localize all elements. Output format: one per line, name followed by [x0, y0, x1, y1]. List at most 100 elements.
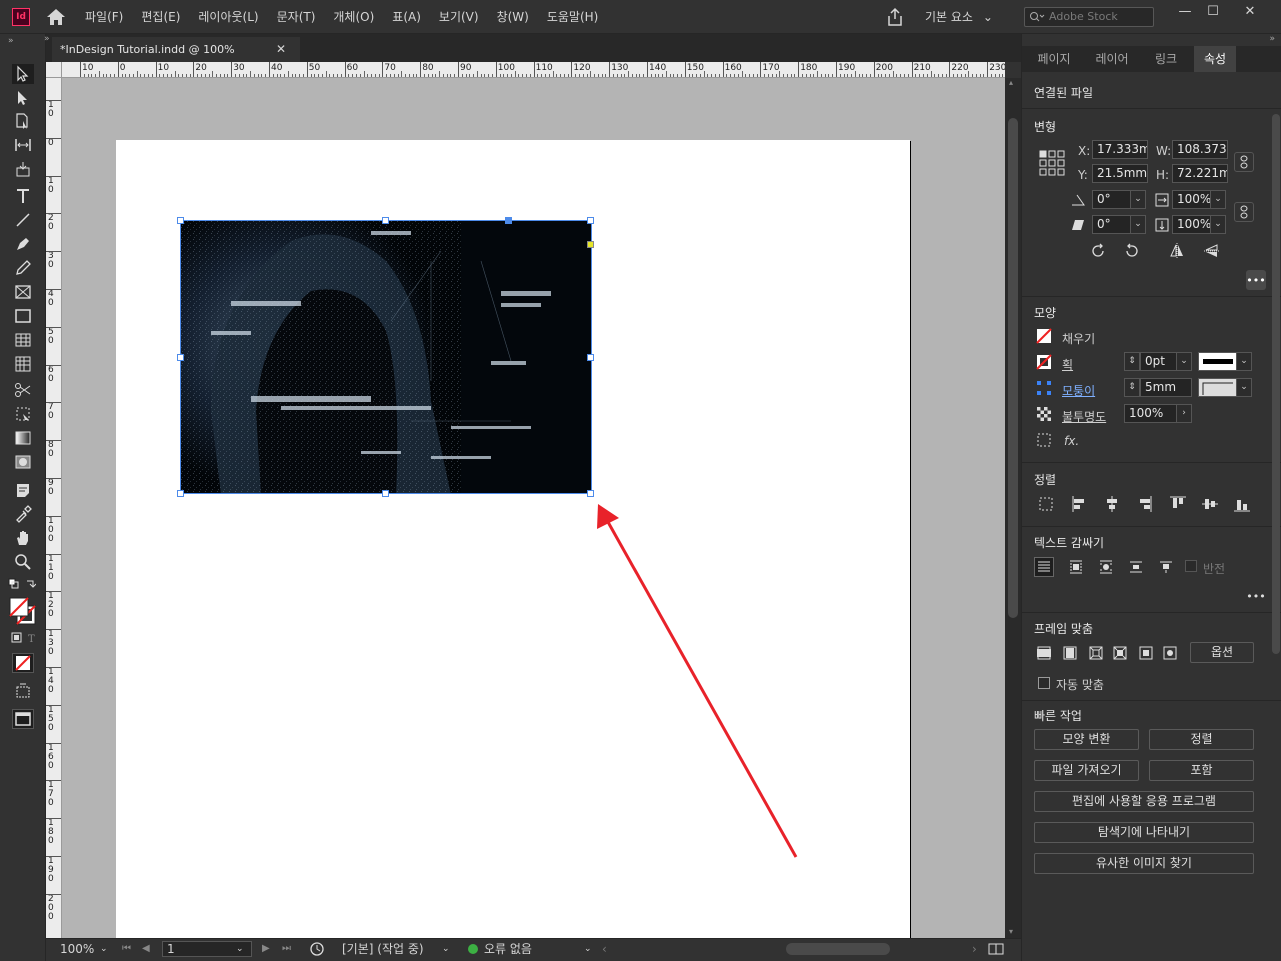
- jump-object-icon[interactable]: [1126, 557, 1146, 577]
- stroke-weight-stepper-icon[interactable]: ⇕: [1124, 352, 1140, 371]
- x-field[interactable]: 17.333mm: [1092, 140, 1148, 159]
- more-transform-options-icon[interactable]: •••: [1246, 270, 1266, 290]
- align-horizontal-centers-icon[interactable]: [1102, 494, 1122, 514]
- vertical-scrollbar[interactable]: ▴ ▾: [1005, 78, 1021, 938]
- center-content-icon[interactable]: [1136, 643, 1156, 663]
- scroll-up-icon[interactable]: ▴: [1009, 78, 1013, 87]
- rotate-counterclockwise-icon[interactable]: [1122, 241, 1142, 261]
- panel-scroll-thumb[interactable]: [1272, 114, 1280, 654]
- w-label: W:: [1156, 144, 1172, 158]
- import-file-button[interactable]: 파일 가져오기: [1034, 760, 1139, 781]
- tab-pages[interactable]: 페이지: [1030, 46, 1078, 72]
- height-field[interactable]: 72.221mm: [1172, 164, 1228, 183]
- wrap-around-bounding-box-icon[interactable]: [1066, 557, 1086, 577]
- more-text-wrap-options-icon[interactable]: •••: [1246, 586, 1266, 606]
- align-button[interactable]: 정렬: [1149, 729, 1254, 750]
- reveal-in-explorer-button[interactable]: 탐색기에 나타내기: [1034, 822, 1254, 843]
- scale-x-field[interactable]: 100%: [1172, 190, 1212, 209]
- rotate-clockwise-icon[interactable]: [1088, 241, 1108, 261]
- align-vertical-centers-icon[interactable]: [1200, 494, 1220, 514]
- tab-properties[interactable]: 속성: [1194, 46, 1236, 72]
- shear-angle-icon: [1068, 215, 1088, 235]
- corner-size-stepper-icon[interactable]: ⇕: [1124, 378, 1140, 397]
- fit-frame-to-content-icon[interactable]: [1086, 643, 1106, 663]
- align-right-edges-icon[interactable]: [1134, 494, 1154, 514]
- stroke-swatch-icon[interactable]: [1034, 352, 1054, 372]
- wrap-around-object-shape-icon[interactable]: [1096, 557, 1116, 577]
- corner-label[interactable]: 모퉁이: [1062, 382, 1095, 399]
- scroll-right-icon[interactable]: ›: [972, 939, 977, 959]
- zoom-level[interactable]: 100%: [60, 939, 94, 959]
- preflight-profile[interactable]: [기본] (작업 중): [342, 939, 424, 959]
- rotation-field[interactable]: 0°: [1092, 190, 1132, 209]
- page-number-value: 1: [167, 942, 175, 956]
- opacity-label[interactable]: 불투명도: [1062, 408, 1106, 425]
- profile-chevron-down-icon[interactable]: ⌄: [442, 939, 450, 959]
- stroke-label[interactable]: 획: [1062, 356, 1073, 373]
- corner-size-field[interactable]: 5mm: [1140, 378, 1192, 397]
- vertical-scroll-thumb[interactable]: [1008, 118, 1018, 618]
- edit-with-button[interactable]: 편집에 사용할 응용 프로그램: [1034, 791, 1254, 812]
- page-chevron-down-icon[interactable]: ⌄: [236, 939, 244, 959]
- divider: [1022, 296, 1281, 297]
- find-similar-images-button[interactable]: 유사한 이미지 찾기: [1034, 853, 1254, 874]
- fx-button[interactable]: fx.: [1064, 434, 1079, 448]
- reference-point-icon[interactable]: [1039, 150, 1065, 176]
- width-field[interactable]: 108.373mm: [1172, 140, 1228, 159]
- rotation-chevron-down-icon[interactable]: ⌄: [1130, 190, 1146, 209]
- horizontal-scroll-thumb[interactable]: [786, 943, 890, 955]
- stroke-type-select[interactable]: [1198, 352, 1238, 371]
- flip-vertical-icon[interactable]: [1202, 241, 1222, 261]
- frame-fitting-options-button[interactable]: 옵션: [1190, 642, 1254, 663]
- align-left-edges-icon[interactable]: [1070, 494, 1090, 514]
- convert-shape-button[interactable]: 모양 변환: [1034, 729, 1139, 750]
- preflight-status[interactable]: 오류 없음: [484, 939, 532, 959]
- preflight-profile-icon[interactable]: [310, 939, 324, 961]
- previous-page-icon[interactable]: ◀: [142, 939, 150, 959]
- align-bottom-edges-icon[interactable]: [1232, 494, 1252, 514]
- preflight-chevron-down-icon[interactable]: ⌄: [584, 939, 592, 959]
- scroll-down-icon[interactable]: ▾: [1009, 927, 1013, 936]
- align-top-edges-icon[interactable]: [1168, 494, 1188, 514]
- tab-layers[interactable]: 레이어: [1086, 46, 1138, 72]
- corner-options-icon[interactable]: [1034, 378, 1054, 398]
- stroke-weight-field[interactable]: 0pt: [1140, 352, 1178, 371]
- content-aware-fit-icon[interactable]: [1160, 643, 1180, 663]
- stroke-weight-chevron-down-icon[interactable]: ⌄: [1176, 352, 1192, 371]
- embed-button[interactable]: 포함: [1149, 760, 1254, 781]
- constrain-scale-icon[interactable]: [1234, 202, 1254, 222]
- fill-swatch-icon[interactable]: [1034, 326, 1054, 346]
- opacity-chevron-right-icon[interactable]: ›: [1176, 404, 1192, 423]
- constrain-proportions-icon[interactable]: [1234, 152, 1254, 172]
- scale-y-field[interactable]: 100%: [1172, 215, 1212, 234]
- split-window-icon[interactable]: [988, 939, 1004, 961]
- next-page-icon[interactable]: ▶: [262, 939, 270, 959]
- corner-shape-chevron-down-icon[interactable]: ⌄: [1236, 378, 1252, 397]
- stroke-type-chevron-down-icon[interactable]: ⌄: [1236, 352, 1252, 371]
- first-page-icon[interactable]: ⏮: [122, 939, 131, 959]
- fit-content-to-frame-icon[interactable]: [1110, 643, 1130, 663]
- tab-links[interactable]: 링크: [1146, 46, 1186, 72]
- last-page-icon[interactable]: ⏭: [282, 939, 291, 959]
- y-field[interactable]: 21.5mm: [1092, 164, 1148, 183]
- fill-frame-proportionally-icon[interactable]: [1034, 643, 1054, 663]
- shear-field[interactable]: 0°: [1092, 215, 1132, 234]
- no-text-wrap-icon[interactable]: [1034, 557, 1054, 577]
- opacity-field[interactable]: 100%: [1124, 404, 1178, 423]
- scale-y-chevron-down-icon[interactable]: ⌄: [1210, 215, 1226, 234]
- text-wrap-title: 텍스트 감싸기: [1034, 536, 1105, 550]
- collapse-panel-icon[interactable]: »: [1269, 34, 1275, 44]
- zoom-chevron-down-icon[interactable]: ⌄: [100, 939, 108, 959]
- jump-to-next-column-icon[interactable]: [1156, 557, 1176, 577]
- align-to-selection-icon[interactable]: [1036, 494, 1056, 514]
- panel-scrollbar[interactable]: [1272, 74, 1280, 954]
- shear-chevron-down-icon[interactable]: ⌄: [1130, 215, 1146, 234]
- corner-shape-select[interactable]: [1198, 378, 1238, 397]
- scale-x-chevron-down-icon[interactable]: ⌄: [1210, 190, 1226, 209]
- object-effects-icon[interactable]: [1034, 430, 1054, 450]
- scroll-left-icon[interactable]: ‹: [602, 939, 607, 959]
- auto-fit-checkbox[interactable]: [1038, 677, 1050, 689]
- flip-horizontal-icon[interactable]: [1167, 241, 1187, 261]
- invert-wrap-checkbox[interactable]: [1185, 560, 1197, 572]
- fit-content-proportionally-icon[interactable]: [1060, 643, 1080, 663]
